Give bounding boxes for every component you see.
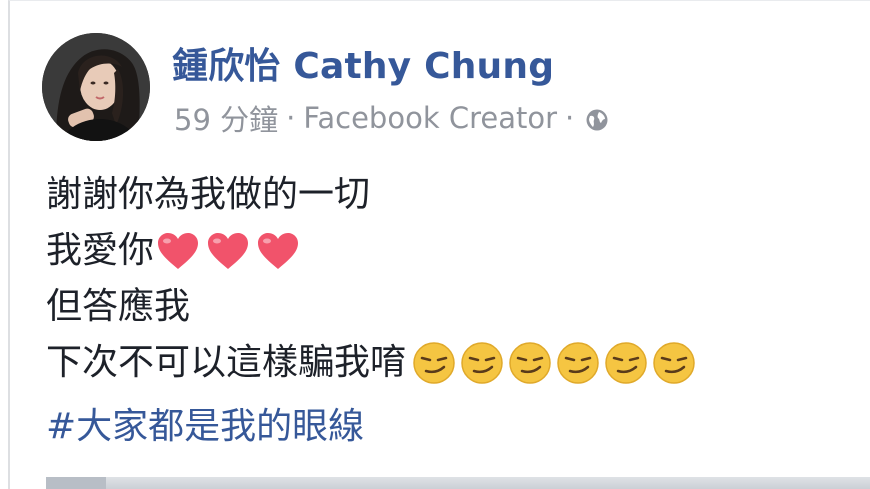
- hearts-emoji-group: [156, 231, 306, 271]
- smirking-face-icon: [557, 342, 599, 384]
- globe-icon[interactable]: [584, 106, 610, 132]
- red-heart-icon: [158, 233, 199, 269]
- post-line-2: 我愛你: [46, 223, 846, 279]
- smirking-face-icon: [413, 342, 455, 384]
- author-name-link[interactable]: 鍾欣怡 Cathy Chung: [172, 37, 554, 89]
- post-text-line: 我愛你: [46, 230, 155, 271]
- post-line-4: 下次不可以這樣騙我唷: [46, 335, 846, 391]
- smirking-face-icon: [653, 342, 695, 384]
- post-media-preview[interactable]: [46, 477, 870, 489]
- media-preview-edge: [46, 477, 106, 489]
- post-text-line: 但答應我: [46, 286, 191, 327]
- smirking-face-icon: [461, 342, 503, 384]
- smirking-face-icon: [509, 342, 551, 384]
- smirk-emoji-group: [408, 341, 696, 385]
- post-line-3: 但答應我: [46, 279, 846, 335]
- red-heart-icon: [258, 233, 299, 269]
- post-body: 謝謝你為我做的一切 我愛你 但答應我 下次不可以這樣騙我唷: [46, 167, 846, 391]
- meta-separator-2: ·: [565, 101, 575, 135]
- post-card: 鍾欣怡 Cathy Chung 59 分鐘 · Facebook Creator…: [8, 0, 870, 489]
- red-heart-icon: [208, 233, 249, 269]
- post-meta: 59 分鐘 · Facebook Creator ·: [174, 97, 610, 139]
- post-line-1: 謝謝你為我做的一切: [46, 167, 846, 223]
- meta-separator: ·: [286, 101, 296, 135]
- post-source: Facebook Creator: [303, 101, 558, 135]
- smirking-face-icon: [605, 342, 647, 384]
- post-timestamp[interactable]: 59 分鐘: [174, 97, 278, 139]
- post-text-line: 下次不可以這樣騙我唷: [46, 342, 407, 383]
- hashtag-link[interactable]: #大家都是我的眼線: [46, 397, 364, 449]
- post-text-line: 謝謝你為我做的一切: [46, 174, 371, 215]
- author-avatar[interactable]: [42, 33, 150, 141]
